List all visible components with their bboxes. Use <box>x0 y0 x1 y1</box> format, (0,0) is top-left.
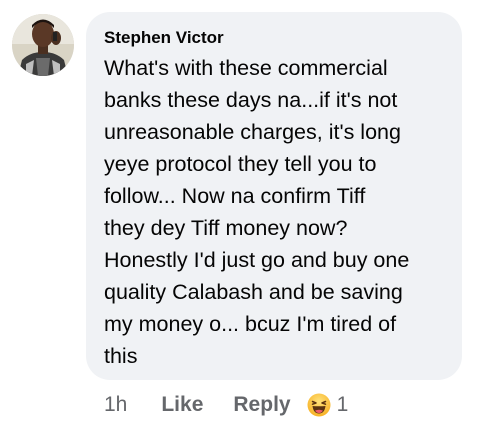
comment-author-name[interactable]: Stephen Victor <box>104 26 446 50</box>
comment-text-line: follow... Now na confirm Tiff <box>104 184 366 208</box>
comment-text-line: What's with these commercial <box>104 56 388 80</box>
comment-bubble: Stephen Victor What's with these commerc… <box>86 12 462 380</box>
comment-timestamp[interactable]: 1h <box>104 393 127 417</box>
comment-text-line: banks these days na...if it's not <box>104 88 398 112</box>
avatar[interactable] <box>12 14 74 76</box>
reaction-summary[interactable]: 1 <box>307 393 349 417</box>
comment-text-line: Honestly I'd just go and buy one <box>104 248 410 272</box>
reply-button[interactable]: Reply <box>233 393 290 417</box>
like-button[interactable]: Like <box>161 393 203 417</box>
comment-text-line: this <box>104 344 138 368</box>
comment: Stephen Victor What's with these commerc… <box>0 0 480 430</box>
comment-text-line: my money o... bcuz I'm tired of <box>104 312 397 336</box>
comment-text-line: quality Calabash and be saving <box>104 280 403 304</box>
comment-text: What's with these commercial banks these… <box>104 52 450 372</box>
reaction-count: 1 <box>336 393 349 416</box>
laughing-emoji-icon <box>307 393 331 417</box>
avatar-image <box>12 14 74 76</box>
comment-text-line: they dey Tiff money now? <box>104 216 348 240</box>
comment-text-line: unreasonable charges, it's long <box>104 120 401 144</box>
comment-text-line: yeye protocol they tell you to <box>104 152 377 176</box>
comment-actions: 1h Like Reply 1 <box>104 392 348 418</box>
